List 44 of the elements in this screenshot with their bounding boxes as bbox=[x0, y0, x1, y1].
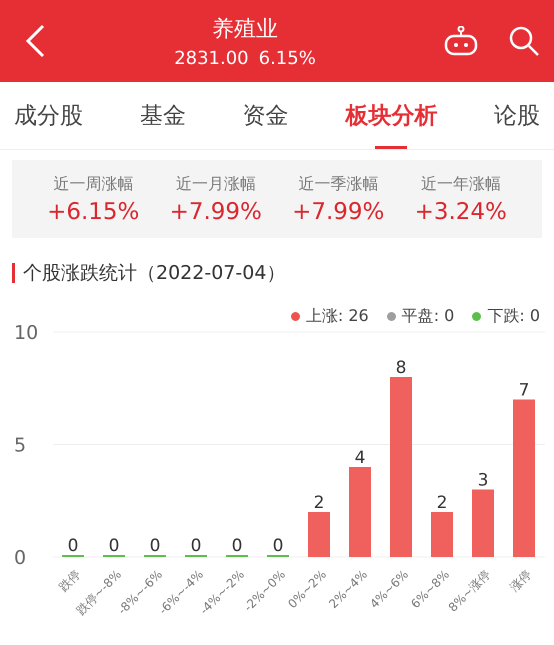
tab[interactable]: 成分股 bbox=[14, 82, 83, 149]
stat-label: 近一周涨幅 bbox=[53, 174, 134, 194]
index-price: 2831.00 bbox=[174, 48, 249, 68]
stat-label: 近一季涨幅 bbox=[298, 174, 378, 194]
bar-value: 2 bbox=[314, 493, 324, 513]
x-axis-label: 跌停 bbox=[56, 567, 84, 594]
tab[interactable]: 基金 bbox=[140, 82, 186, 149]
stat-value: +3.24% bbox=[414, 198, 507, 224]
tab[interactable]: 板块分析 bbox=[345, 82, 438, 149]
bar-value: 0 bbox=[68, 536, 78, 556]
stat-value: +7.99% bbox=[292, 198, 384, 224]
legend-label: 下跌: 0 bbox=[487, 306, 540, 327]
bar bbox=[431, 512, 453, 557]
tab[interactable]: 资金 bbox=[242, 82, 288, 149]
page-title: 养殖业 bbox=[212, 16, 278, 44]
bar-value: 0 bbox=[150, 536, 160, 556]
bar-value: 8 bbox=[396, 358, 406, 378]
search-icon[interactable] bbox=[508, 25, 540, 57]
x-axis-label: 涨停 bbox=[507, 567, 534, 594]
section-marker bbox=[12, 263, 15, 283]
bar-value: 4 bbox=[354, 448, 366, 468]
y-tick-label: 0 bbox=[14, 547, 26, 569]
bar-value: 0 bbox=[190, 536, 202, 556]
bar-value: 0 bbox=[272, 536, 284, 556]
bar bbox=[472, 490, 494, 557]
tab[interactable]: 论股 bbox=[494, 82, 540, 149]
bar-value: 7 bbox=[518, 380, 530, 400]
back-button[interactable] bbox=[24, 24, 46, 58]
bar-value: 2 bbox=[436, 493, 448, 513]
legend-label: 平盘: 0 bbox=[402, 306, 454, 327]
bar-value: 3 bbox=[478, 470, 488, 490]
robot-icon[interactable] bbox=[444, 26, 478, 56]
stat-value: +6.15% bbox=[47, 198, 140, 224]
stat-label: 近一月涨幅 bbox=[176, 174, 256, 194]
y-tick-label: 5 bbox=[14, 434, 26, 456]
index-change: 6.15% bbox=[258, 48, 316, 68]
y-tick-label: 10 bbox=[14, 322, 38, 344]
stat-value: +7.99% bbox=[170, 198, 262, 224]
stat-label: 近一年涨幅 bbox=[420, 174, 501, 194]
legend-label: 上涨: 26 bbox=[306, 306, 369, 327]
bar-value: 0 bbox=[108, 536, 120, 556]
bar bbox=[308, 512, 330, 557]
bar-value: 0 bbox=[232, 536, 242, 556]
section-title: 个股涨跌统计（2022-07-04） bbox=[23, 261, 286, 286]
